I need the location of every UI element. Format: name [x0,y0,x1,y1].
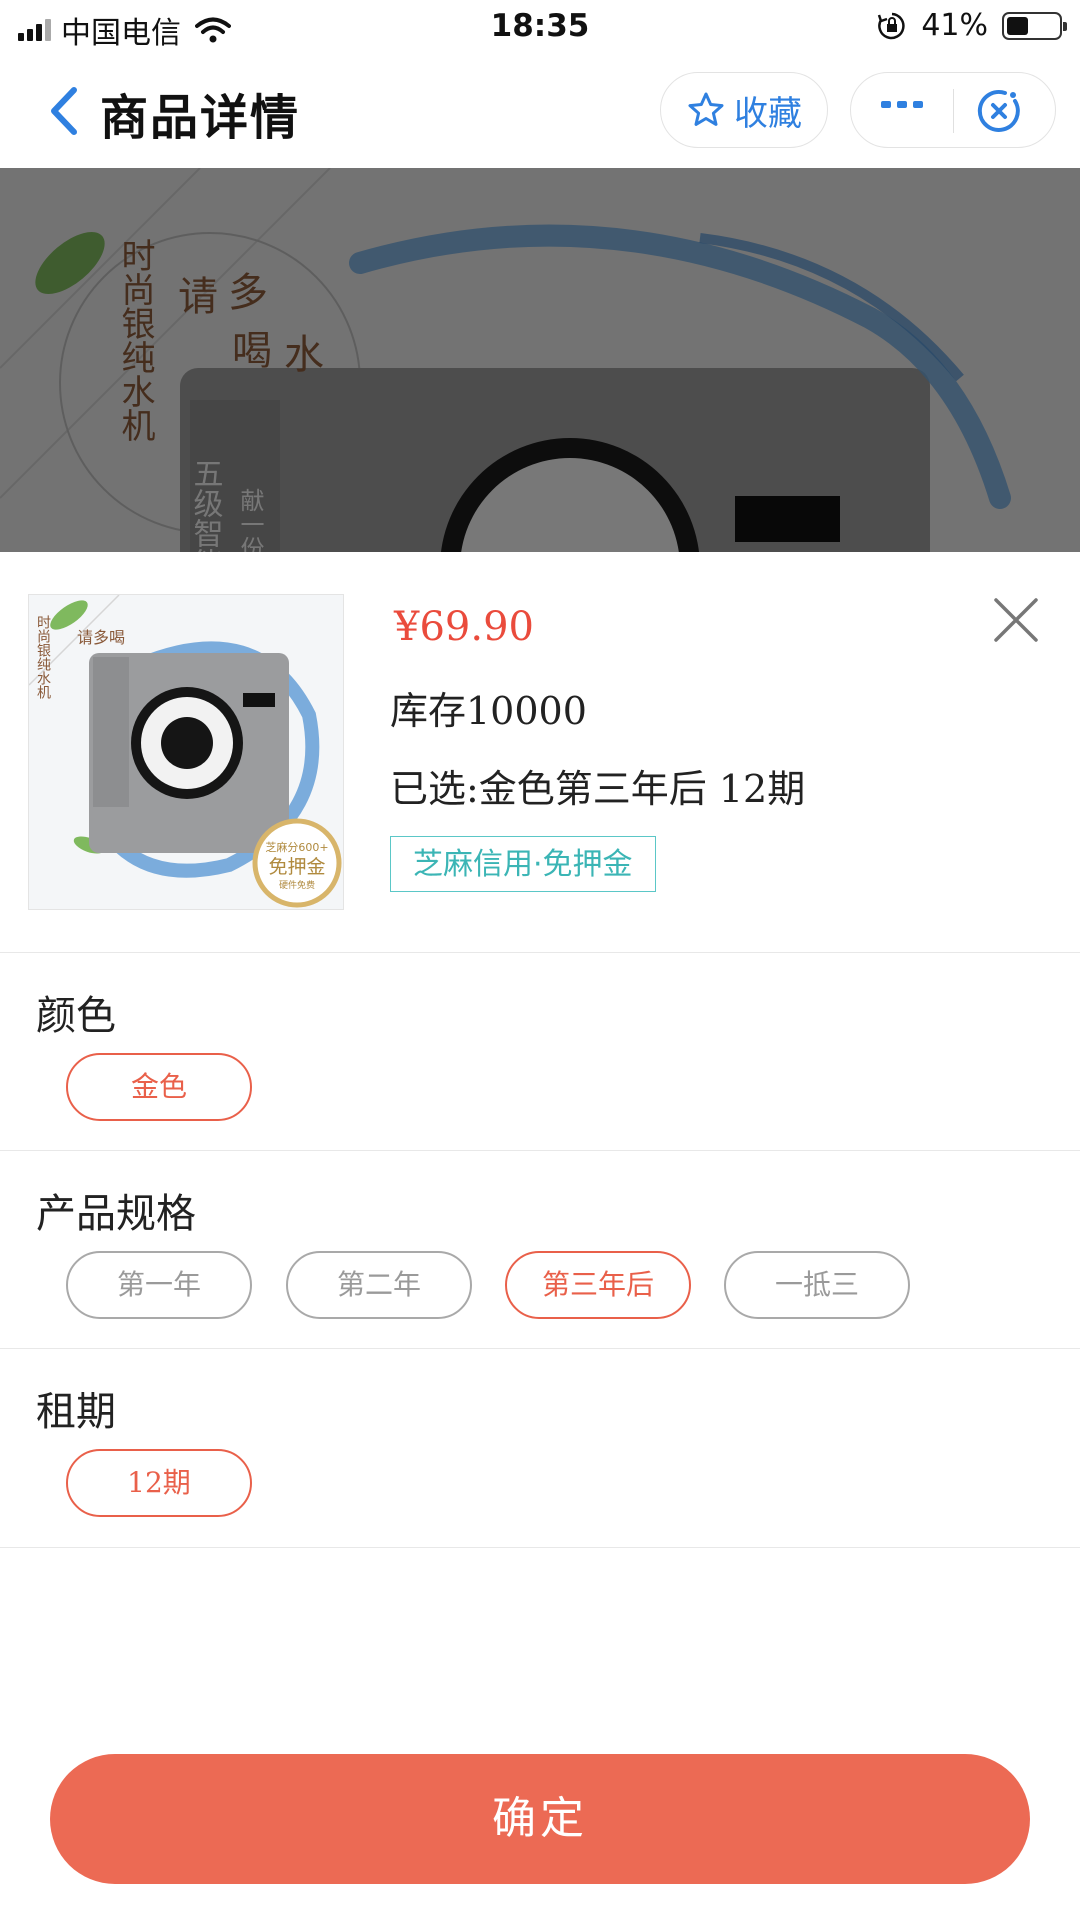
battery-fill [1007,16,1028,35]
option-spec-year-1[interactable]: 第一年 [66,1251,252,1319]
favorite-label: 收藏 [734,93,802,134]
price-label: ¥69.90 [394,604,534,650]
seal-main: 免押金 [268,856,325,878]
thumb-slogan: 请多喝 [77,628,125,647]
zhima-credit-badge: 芝麻信用·免押金 [390,836,656,892]
spec-section: 产品规格 第一年 第二年 第三年后 一抵三 [0,1150,1080,1349]
battery-percent: 41% [921,8,988,43]
selected-summary: 已选:金色第三年后 12期 [390,767,806,811]
nav-bar: 商品详情 收藏 [0,54,1080,168]
product-banner: 时尚银纯水机 请 多 喝 水 五级智能 献一份 [0,168,1080,552]
product-thumbnail: 时尚银纯水机 请多喝 芝麻分600+ 免押金 硬件免费 [28,594,344,910]
term-section-title: 租期 [36,1389,116,1435]
more-icon[interactable] [881,101,923,108]
back-icon[interactable] [44,84,84,138]
status-bar: 中国电信 18:35 41% [0,0,1080,54]
product-image: 时尚银纯水机 请多喝 芝麻分600+ 免押金 硬件免费 [29,595,343,909]
status-right: 41% [877,8,1067,43]
option-spec-year-2[interactable]: 第二年 [286,1251,472,1319]
option-color-gold[interactable]: 金色 [66,1053,252,1121]
thumb-vertical-text: 时尚银纯水机 [35,615,51,700]
option-spec-year-3-after[interactable]: 第三年后 [505,1251,691,1319]
spec-section-title: 产品规格 [36,1191,196,1237]
seal-sub: 硬件免费 [279,879,315,891]
star-icon [688,92,724,126]
mini-program-capsule [850,72,1056,148]
favorite-button[interactable]: 收藏 [660,72,828,148]
term-section: 租期 12期 [0,1348,1080,1548]
page-title: 商品详情 [100,90,301,146]
color-section: 颜色 金色 [0,952,1080,1151]
orientation-lock-icon [878,12,905,39]
exit-mini-program-icon[interactable] [975,87,1023,135]
close-icon[interactable] [988,592,1044,648]
option-term-12[interactable]: 12期 [66,1449,252,1517]
option-spec-one-for-three[interactable]: 一抵三 [724,1251,910,1319]
color-section-title: 颜色 [36,993,116,1039]
sku-sheet: 时尚银纯水机 请多喝 芝麻分600+ 免押金 硬件免费 ¥69.90 库存100… [0,552,1080,1920]
capsule-divider [953,89,954,133]
battery-icon [1002,11,1067,40]
confirm-button[interactable]: 确定 [50,1754,1030,1884]
modal-overlay[interactable] [0,168,1080,552]
stock-label: 库存10000 [390,689,587,733]
seal-score: 芝麻分600+ [265,840,328,854]
